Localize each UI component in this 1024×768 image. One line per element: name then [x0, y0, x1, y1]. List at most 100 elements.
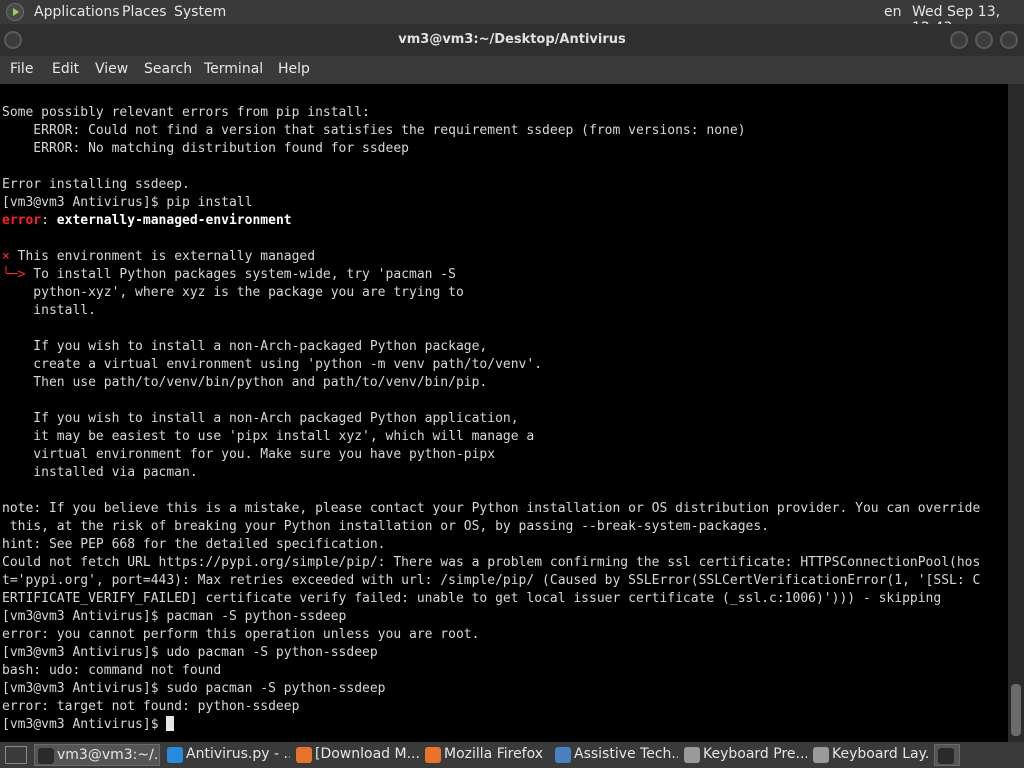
menubar: File Edit View Search Terminal Help — [0, 56, 1024, 84]
terminal-line: ERROR: No matching distribution found fo… — [2, 140, 980, 158]
terminal-text: Could not fetch URL https://pypi.org/sim… — [2, 555, 981, 570]
keyboard-icon — [684, 747, 700, 763]
maximize-button[interactable] — [975, 31, 993, 49]
terminal-line: ERTIFICATE_VERIFY_FAILED] certificate ve… — [2, 590, 980, 608]
terminal-text: If you wish to install a non-Arch packag… — [2, 411, 519, 426]
taskbar: vm3@vm3:~/... Antivirus.py - ... [Download… — [0, 742, 1024, 768]
terminal-text: : See PEP 668 for the detailed specifica… — [33, 537, 386, 552]
terminal-text: it may be easiest to use 'pipx install x… — [2, 429, 535, 444]
taskbar-item-label: Keyboard Lay... — [832, 746, 930, 762]
terminal-text: [vm3@vm3 Antivirus]$ udo pacman -S pytho… — [2, 645, 378, 660]
terminal-text: error — [2, 213, 42, 228]
terminal-text: Then use path/to/venv/bin/python and pat… — [2, 375, 488, 390]
taskbar-item[interactable] — [934, 744, 960, 766]
terminal-text: This environment is externally managed — [9, 249, 316, 264]
terminal-line: it may be easiest to use 'pipx install x… — [2, 428, 980, 446]
keyboard-icon — [813, 747, 829, 763]
menu-applications[interactable]: Applications — [34, 4, 120, 20]
taskbar-item[interactable]: Keyboard Lay... — [810, 744, 930, 766]
terminal-line: this, at the risk of breaking your Pytho… — [2, 518, 980, 536]
terminal-text: Some possibly relevant errors from pip i… — [2, 105, 370, 120]
terminal-text: create a virtual environment using 'pyth… — [2, 357, 543, 372]
taskbar-item-label: [Download M... — [315, 746, 419, 762]
taskbar-item-label: Antivirus.py - ... — [186, 746, 290, 762]
terminal-line: note: If you believe this is a mistake, … — [2, 500, 980, 518]
menu-terminal[interactable]: Terminal — [204, 61, 263, 77]
terminal-text: ╰─> — [2, 267, 26, 282]
terminal-line: Error installing ssdeep. — [2, 176, 980, 194]
terminal-line: Then use path/to/venv/bin/python and pat… — [2, 374, 980, 392]
terminal-text: [vm3@vm3 Antivirus]$ pip install — [2, 195, 253, 210]
terminal-text: installed via pacman. — [2, 465, 198, 480]
taskbar-item-label: Mozilla Firefox — [444, 746, 544, 762]
taskbar-item-label: Assistive Tech... — [574, 746, 678, 762]
terminal-icon — [938, 748, 954, 764]
terminal-line: × This environment is externally managed — [2, 248, 980, 266]
terminal-line: [vm3@vm3 Antivirus]$ udo pacman -S pytho… — [2, 644, 980, 662]
terminal-text: [vm3@vm3 Antivirus]$ sudo pacman -S pyth… — [2, 681, 386, 696]
terminal-text: [vm3@vm3 Antivirus]$ — [2, 717, 167, 732]
terminal-cursor — [166, 716, 175, 731]
taskbar-item[interactable]: Antivirus.py - ... — [164, 744, 290, 766]
terminal-line: bash: udo: command not found — [2, 662, 980, 680]
terminal-text: ERROR: No matching distribution found fo… — [2, 141, 409, 156]
accessibility-icon — [555, 747, 571, 763]
menu-file[interactable]: File — [10, 61, 33, 77]
terminal-line: [vm3@vm3 Antivirus]$ — [2, 716, 980, 734]
show-desktop-button[interactable] — [5, 746, 27, 764]
taskbar-item[interactable]: vm3@vm3:~/... — [34, 744, 160, 766]
menu-system[interactable]: System — [174, 4, 226, 20]
menu-search[interactable]: Search — [144, 61, 192, 77]
taskbar-item-label: vm3@vm3:~/... — [57, 747, 160, 763]
terminal-line: [vm3@vm3 Antivirus]$ sudo pacman -S pyth… — [2, 680, 980, 698]
terminal-text: this, at the risk of breaking your Pytho… — [2, 519, 770, 534]
keyboard-language-indicator[interactable]: en — [884, 4, 902, 20]
menu-view[interactable]: View — [95, 61, 128, 77]
minimize-button[interactable] — [950, 31, 968, 49]
menu-help[interactable]: Help — [278, 61, 310, 77]
terminal-text: t='pypi.org', port=443): Max retries exc… — [2, 573, 981, 588]
top-panel: Applications Places System en Wed Sep 13… — [0, 0, 1024, 36]
terminal-line: hint: See PEP 668 for the detailed speci… — [2, 536, 980, 554]
terminal-text: hint — [2, 537, 34, 552]
terminal-icon — [38, 748, 54, 764]
terminal-text: note — [2, 501, 34, 516]
menu-places[interactable]: Places — [122, 4, 167, 20]
terminal-text: error: target not found: python-ssdeep — [2, 699, 300, 714]
terminal-text: error: you cannot perform this operation… — [2, 627, 480, 642]
window-titlebar[interactable]: vm3@vm3:~/Desktop/Antivirus — [0, 24, 1024, 56]
close-button[interactable] — [1000, 31, 1018, 49]
taskbar-item[interactable]: Mozilla Firefox — [422, 744, 548, 766]
menu-edit[interactable]: Edit — [52, 61, 79, 77]
taskbar-item-label: Keyboard Pre... — [703, 746, 807, 762]
terminal-line: error: externally-managed-environment — [2, 212, 980, 230]
terminal-text: bash: udo: command not found — [2, 663, 222, 678]
terminal-line: If you wish to install a non-Arch packag… — [2, 410, 980, 428]
taskbar-item[interactable]: Keyboard Pre... — [681, 744, 807, 766]
terminal-text: [vm3@vm3 Antivirus]$ pacman -S python-ss… — [2, 609, 347, 624]
vscode-icon — [167, 747, 183, 763]
terminal-line: error: target not found: python-ssdeep — [2, 698, 980, 716]
terminal-text: × — [2, 249, 10, 264]
terminal-output[interactable]: Some possibly relevant errors from pip i… — [0, 84, 1008, 742]
terminal-line: installed via pacman. — [2, 464, 980, 482]
terminal-lines: Some possibly relevant errors from pip i… — [2, 104, 980, 734]
terminal-line: python-xyz', where xyz is the package yo… — [2, 284, 980, 302]
terminal-text: externally-managed-environment — [56, 213, 292, 228]
terminal-scrollbar[interactable] — [1008, 84, 1024, 742]
terminal-text: virtual environment for you. Make sure y… — [2, 447, 496, 462]
distro-logo-icon[interactable] — [6, 3, 24, 21]
taskbar-item[interactable]: [Download M... — [293, 744, 419, 766]
terminal-text: python-xyz', where xyz is the package yo… — [2, 285, 464, 300]
terminal-text: If you wish to install a non-Arch-packag… — [2, 339, 488, 354]
scrollbar-thumb[interactable] — [1011, 684, 1021, 736]
window-title: vm3@vm3:~/Desktop/Antivirus — [398, 32, 626, 47]
terminal-line: virtual environment for you. Make sure y… — [2, 446, 980, 464]
taskbar-item[interactable]: Assistive Tech... — [552, 744, 678, 766]
terminal-text: ERTIFICATE_VERIFY_FAILED] certificate ve… — [2, 591, 942, 606]
